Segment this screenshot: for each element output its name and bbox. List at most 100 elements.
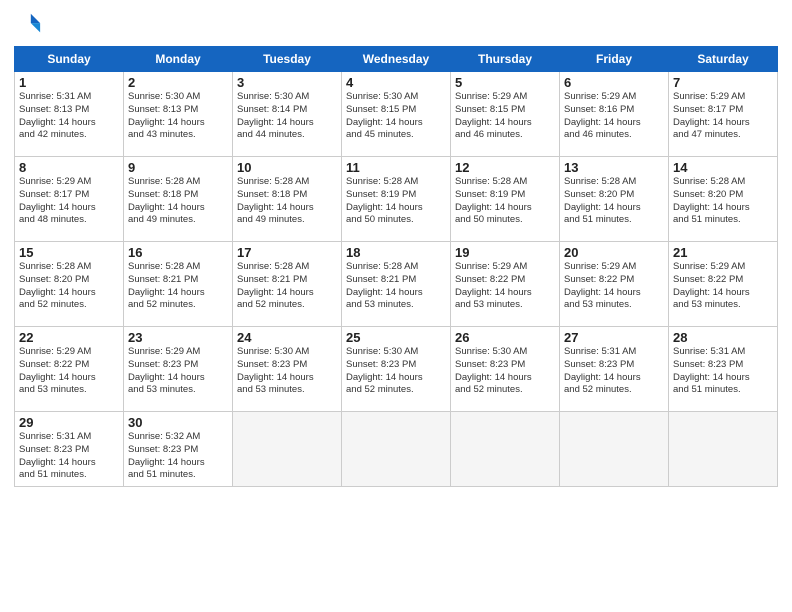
day-number: 5 (455, 75, 555, 90)
calendar-cell: 9Sunrise: 5:28 AM Sunset: 8:18 PM Daylig… (124, 157, 233, 242)
day-number: 12 (455, 160, 555, 175)
page-header (14, 10, 778, 38)
day-info: Sunrise: 5:28 AM Sunset: 8:20 PM Dayligh… (564, 176, 664, 227)
calendar-cell: 14Sunrise: 5:28 AM Sunset: 8:20 PM Dayli… (669, 157, 778, 242)
day-number: 14 (673, 160, 773, 175)
calendar-cell (342, 412, 451, 487)
logo (14, 10, 46, 38)
day-number: 4 (346, 75, 446, 90)
day-number: 26 (455, 330, 555, 345)
day-number: 24 (237, 330, 337, 345)
day-info: Sunrise: 5:29 AM Sunset: 8:23 PM Dayligh… (128, 346, 228, 397)
day-number: 7 (673, 75, 773, 90)
calendar-cell: 26Sunrise: 5:30 AM Sunset: 8:23 PM Dayli… (451, 327, 560, 412)
calendar-cell: 8Sunrise: 5:29 AM Sunset: 8:17 PM Daylig… (15, 157, 124, 242)
calendar-cell: 25Sunrise: 5:30 AM Sunset: 8:23 PM Dayli… (342, 327, 451, 412)
day-info: Sunrise: 5:30 AM Sunset: 8:23 PM Dayligh… (237, 346, 337, 397)
calendar-cell: 2Sunrise: 5:30 AM Sunset: 8:13 PM Daylig… (124, 72, 233, 157)
calendar-cell: 10Sunrise: 5:28 AM Sunset: 8:18 PM Dayli… (233, 157, 342, 242)
calendar-cell (669, 412, 778, 487)
calendar-cell (451, 412, 560, 487)
calendar-cell: 20Sunrise: 5:29 AM Sunset: 8:22 PM Dayli… (560, 242, 669, 327)
day-number: 8 (19, 160, 119, 175)
day-number: 9 (128, 160, 228, 175)
day-number: 21 (673, 245, 773, 260)
calendar-cell (560, 412, 669, 487)
day-info: Sunrise: 5:31 AM Sunset: 8:23 PM Dayligh… (19, 431, 119, 482)
header-friday: Friday (560, 47, 669, 72)
day-info: Sunrise: 5:31 AM Sunset: 8:23 PM Dayligh… (673, 346, 773, 397)
calendar-cell: 27Sunrise: 5:31 AM Sunset: 8:23 PM Dayli… (560, 327, 669, 412)
day-number: 30 (128, 415, 228, 430)
calendar-cell: 7Sunrise: 5:29 AM Sunset: 8:17 PM Daylig… (669, 72, 778, 157)
week-row-2: 8Sunrise: 5:29 AM Sunset: 8:17 PM Daylig… (15, 157, 778, 242)
calendar-cell: 11Sunrise: 5:28 AM Sunset: 8:19 PM Dayli… (342, 157, 451, 242)
header-wednesday: Wednesday (342, 47, 451, 72)
day-info: Sunrise: 5:29 AM Sunset: 8:17 PM Dayligh… (19, 176, 119, 227)
calendar-cell (233, 412, 342, 487)
day-number: 13 (564, 160, 664, 175)
calendar-cell: 6Sunrise: 5:29 AM Sunset: 8:16 PM Daylig… (560, 72, 669, 157)
day-number: 29 (19, 415, 119, 430)
day-number: 3 (237, 75, 337, 90)
calendar-cell: 15Sunrise: 5:28 AM Sunset: 8:20 PM Dayli… (15, 242, 124, 327)
day-info: Sunrise: 5:29 AM Sunset: 8:22 PM Dayligh… (564, 261, 664, 312)
day-info: Sunrise: 5:31 AM Sunset: 8:13 PM Dayligh… (19, 91, 119, 142)
calendar-cell: 29Sunrise: 5:31 AM Sunset: 8:23 PM Dayli… (15, 412, 124, 487)
day-info: Sunrise: 5:28 AM Sunset: 8:18 PM Dayligh… (128, 176, 228, 227)
day-info: Sunrise: 5:28 AM Sunset: 8:21 PM Dayligh… (128, 261, 228, 312)
day-number: 23 (128, 330, 228, 345)
week-row-1: 1Sunrise: 5:31 AM Sunset: 8:13 PM Daylig… (15, 72, 778, 157)
day-number: 27 (564, 330, 664, 345)
week-row-5: 29Sunrise: 5:31 AM Sunset: 8:23 PM Dayli… (15, 412, 778, 487)
calendar-cell: 22Sunrise: 5:29 AM Sunset: 8:22 PM Dayli… (15, 327, 124, 412)
calendar-cell: 16Sunrise: 5:28 AM Sunset: 8:21 PM Dayli… (124, 242, 233, 327)
day-number: 22 (19, 330, 119, 345)
day-info: Sunrise: 5:29 AM Sunset: 8:22 PM Dayligh… (455, 261, 555, 312)
day-number: 20 (564, 245, 664, 260)
calendar-cell: 21Sunrise: 5:29 AM Sunset: 8:22 PM Dayli… (669, 242, 778, 327)
calendar-cell: 24Sunrise: 5:30 AM Sunset: 8:23 PM Dayli… (233, 327, 342, 412)
calendar-body: 1Sunrise: 5:31 AM Sunset: 8:13 PM Daylig… (15, 72, 778, 487)
day-info: Sunrise: 5:30 AM Sunset: 8:13 PM Dayligh… (128, 91, 228, 142)
calendar-cell: 4Sunrise: 5:30 AM Sunset: 8:15 PM Daylig… (342, 72, 451, 157)
calendar-cell: 28Sunrise: 5:31 AM Sunset: 8:23 PM Dayli… (669, 327, 778, 412)
day-number: 1 (19, 75, 119, 90)
day-info: Sunrise: 5:28 AM Sunset: 8:20 PM Dayligh… (673, 176, 773, 227)
calendar-cell: 3Sunrise: 5:30 AM Sunset: 8:14 PM Daylig… (233, 72, 342, 157)
day-number: 6 (564, 75, 664, 90)
day-info: Sunrise: 5:31 AM Sunset: 8:23 PM Dayligh… (564, 346, 664, 397)
calendar-cell: 13Sunrise: 5:28 AM Sunset: 8:20 PM Dayli… (560, 157, 669, 242)
week-row-4: 22Sunrise: 5:29 AM Sunset: 8:22 PM Dayli… (15, 327, 778, 412)
calendar-header-row: SundayMondayTuesdayWednesdayThursdayFrid… (15, 47, 778, 72)
day-number: 19 (455, 245, 555, 260)
day-number: 28 (673, 330, 773, 345)
header-sunday: Sunday (15, 47, 124, 72)
day-info: Sunrise: 5:29 AM Sunset: 8:15 PM Dayligh… (455, 91, 555, 142)
calendar-table: SundayMondayTuesdayWednesdayThursdayFrid… (14, 46, 778, 487)
day-info: Sunrise: 5:28 AM Sunset: 8:18 PM Dayligh… (237, 176, 337, 227)
day-info: Sunrise: 5:28 AM Sunset: 8:19 PM Dayligh… (455, 176, 555, 227)
day-number: 17 (237, 245, 337, 260)
day-info: Sunrise: 5:29 AM Sunset: 8:17 PM Dayligh… (673, 91, 773, 142)
day-info: Sunrise: 5:30 AM Sunset: 8:23 PM Dayligh… (455, 346, 555, 397)
day-info: Sunrise: 5:30 AM Sunset: 8:14 PM Dayligh… (237, 91, 337, 142)
header-tuesday: Tuesday (233, 47, 342, 72)
day-info: Sunrise: 5:30 AM Sunset: 8:15 PM Dayligh… (346, 91, 446, 142)
header-monday: Monday (124, 47, 233, 72)
calendar-cell: 17Sunrise: 5:28 AM Sunset: 8:21 PM Dayli… (233, 242, 342, 327)
day-number: 16 (128, 245, 228, 260)
day-number: 11 (346, 160, 446, 175)
day-info: Sunrise: 5:29 AM Sunset: 8:22 PM Dayligh… (673, 261, 773, 312)
day-info: Sunrise: 5:28 AM Sunset: 8:21 PM Dayligh… (237, 261, 337, 312)
day-number: 25 (346, 330, 446, 345)
logo-icon (14, 10, 42, 38)
day-info: Sunrise: 5:28 AM Sunset: 8:21 PM Dayligh… (346, 261, 446, 312)
day-info: Sunrise: 5:30 AM Sunset: 8:23 PM Dayligh… (346, 346, 446, 397)
day-info: Sunrise: 5:32 AM Sunset: 8:23 PM Dayligh… (128, 431, 228, 482)
day-info: Sunrise: 5:29 AM Sunset: 8:22 PM Dayligh… (19, 346, 119, 397)
header-thursday: Thursday (451, 47, 560, 72)
day-number: 15 (19, 245, 119, 260)
calendar-cell: 23Sunrise: 5:29 AM Sunset: 8:23 PM Dayli… (124, 327, 233, 412)
day-info: Sunrise: 5:28 AM Sunset: 8:19 PM Dayligh… (346, 176, 446, 227)
